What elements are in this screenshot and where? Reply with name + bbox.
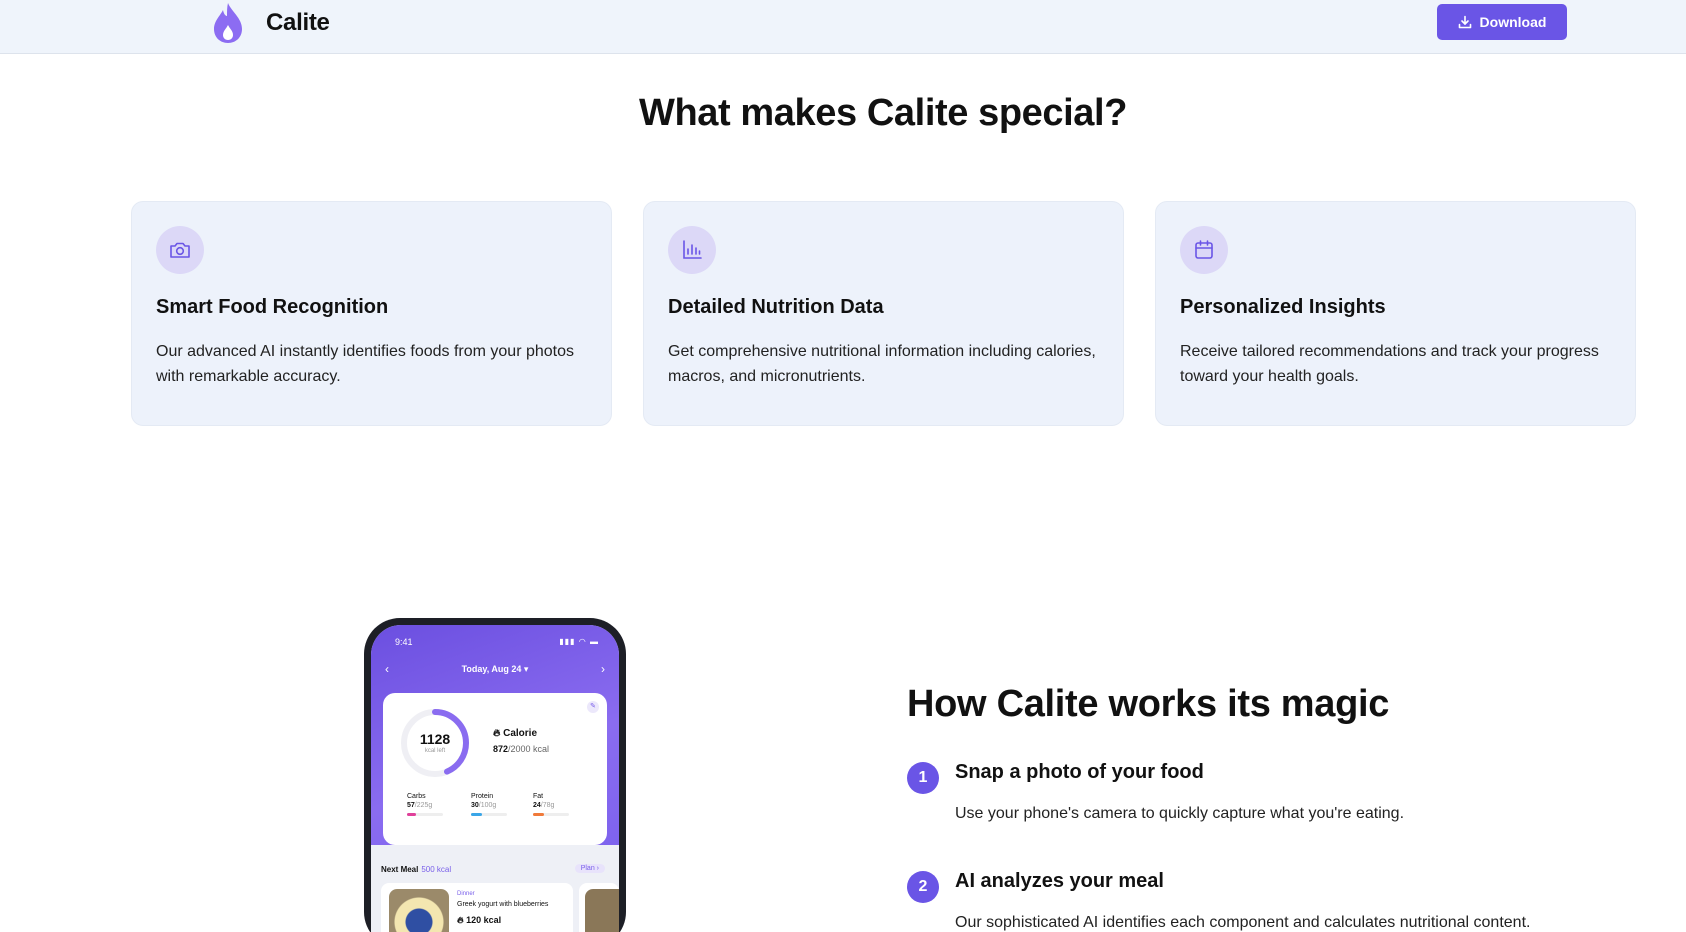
flame-icon: 🔥︎ — [457, 915, 464, 925]
top-navbar: Calite Download — [0, 0, 1686, 54]
macro-carbs: Carbs 57/225g — [407, 793, 443, 816]
calorie-value: 872/2000 kcal — [493, 744, 550, 754]
feature-title: Smart Food Recognition — [156, 296, 389, 318]
step-number-badge: 1 — [907, 762, 939, 794]
feature-card-food-recognition: Smart Food Recognition Our advanced AI i… — [131, 201, 612, 426]
feature-title: Personalized Insights — [1180, 296, 1386, 318]
meal-kcal: 🔥︎ 120 kcal — [457, 915, 502, 925]
calorie-title: 🔥︎ Calorie — [493, 728, 538, 739]
app-screen: 9:41 ▮▮▮ ◠ ▬ ‹ Today, Aug 24 ▾ › 1128 kc… — [371, 625, 619, 932]
chevron-right-icon[interactable]: › — [601, 662, 605, 676]
step-title: AI analyzes your meal — [955, 870, 1164, 892]
meal-image — [389, 889, 449, 932]
step-number-badge: 2 — [907, 871, 939, 903]
flame-logo-icon — [214, 2, 242, 43]
status-bar-icons: ▮▮▮ ◠ ▬ — [559, 637, 599, 646]
feature-description: Our advanced AI instantly identifies foo… — [156, 343, 575, 385]
date-selector[interactable]: Today, Aug 24 ▾ — [371, 664, 619, 675]
feature-card-nutrition-data: Detailed Nutrition Data Get comprehensiv… — [643, 201, 1124, 426]
download-button[interactable]: Download — [1437, 4, 1567, 40]
download-label: Download — [1479, 14, 1547, 30]
plan-button[interactable]: Plan › — [574, 864, 605, 873]
macro-fat: Fat 24/78g — [533, 793, 569, 816]
brand-logo[interactable]: Calite — [210, 0, 330, 45]
feature-title: Detailed Nutrition Data — [668, 296, 884, 318]
meal-type: Dinner — [457, 891, 475, 897]
meal-image — [585, 889, 619, 932]
meal-card[interactable] — [579, 883, 619, 932]
kcal-left-value: 1128 — [419, 731, 451, 747]
brand-name: Calite — [266, 8, 330, 36]
bar-chart-icon — [668, 226, 716, 274]
meal-card[interactable]: Dinner Greek yogurt with blueberries 🔥︎ … — [381, 883, 573, 932]
feature-card-insights: Personalized Insights Receive tailored r… — [1155, 201, 1636, 426]
feature-description: Get comprehensive nutritional informatio… — [668, 343, 1096, 385]
edit-icon[interactable]: ✎ — [587, 701, 599, 713]
step-description: Use your phone's camera to quickly captu… — [955, 805, 1405, 822]
how-it-works-heading: How Calite works its magic — [907, 683, 1390, 725]
kcal-left-label: kcal left — [424, 748, 446, 754]
macro-protein: Protein 30/100g — [471, 793, 507, 816]
step-title: Snap a photo of your food — [955, 761, 1204, 783]
calorie-summary-card: 1128 kcal left ✎ 🔥︎ Calorie 872/2000 kca… — [383, 693, 607, 845]
camera-icon — [156, 226, 204, 274]
meal-name: Greek yogurt with blueberries — [457, 901, 549, 908]
calendar-icon — [1180, 226, 1228, 274]
feature-description: Receive tailored recommendations and tra… — [1180, 343, 1599, 385]
step-description: Our sophisticated AI identifies each com… — [955, 914, 1531, 931]
phone-mockup: 9:41 ▮▮▮ ◠ ▬ ‹ Today, Aug 24 ▾ › 1128 kc… — [364, 618, 626, 932]
next-meal-label: Next Meal 500 kcal — [381, 865, 452, 874]
download-icon — [1458, 15, 1471, 29]
flame-icon: 🔥︎ — [493, 728, 501, 739]
features-heading: What makes Calite special? — [638, 92, 1128, 134]
status-bar-time: 9:41 — [395, 637, 413, 647]
